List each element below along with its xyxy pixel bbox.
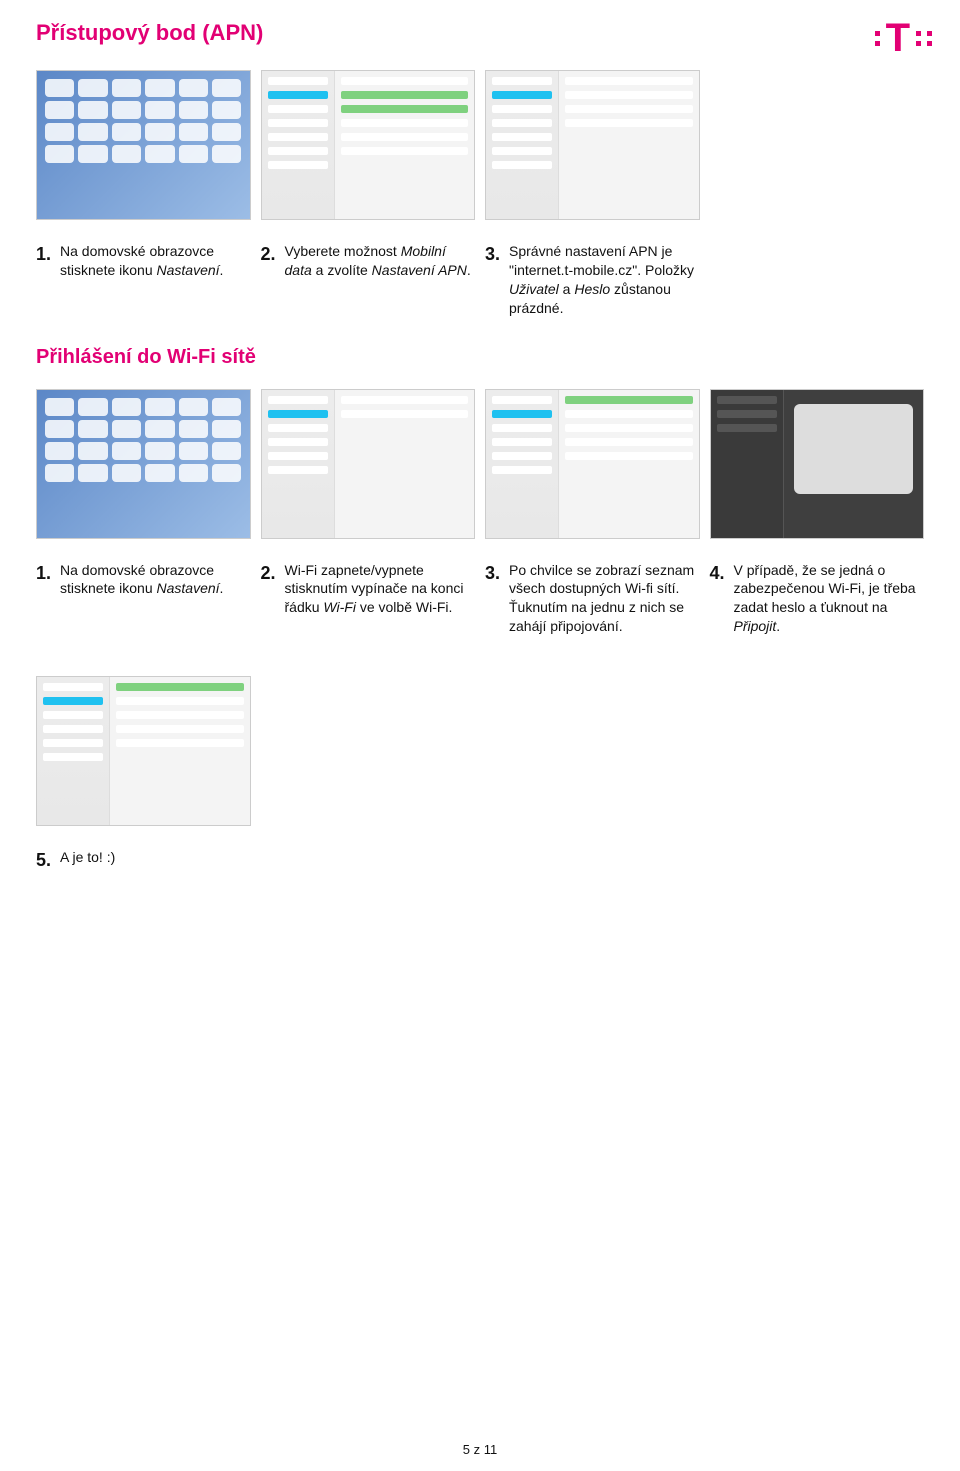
screenshot-wifi-toggle (261, 389, 476, 539)
section1-captions: 1. Na domovské obrazovce stisknete ikonu… (36, 234, 924, 318)
screenshot-wifi-connected (36, 676, 251, 826)
screenshot-apn-settings (485, 70, 700, 220)
screenshot-wifi-password (710, 389, 925, 539)
step-number: 1. (36, 242, 54, 318)
screenshot-home-2 (36, 389, 251, 539)
step-text: Správné nastavení APN je "internet.t-mob… (509, 242, 700, 318)
section3-screens (36, 676, 924, 826)
step-1-3: 3. Správné nastavení APN je "internet.t-… (485, 242, 700, 318)
section2-captions: 1. Na domovské obrazovce stisknete ikonu… (36, 553, 924, 637)
step-1-2: 2. Vyberete možnost Mobilní data a zvolí… (261, 242, 476, 318)
step-text: Po chvilce se zobrazí seznam všech dostu… (509, 561, 700, 637)
step-number: 3. (485, 561, 503, 637)
page-footer: 5 z 11 (0, 1442, 960, 1457)
screenshot-home-1 (36, 70, 251, 220)
heading-wifi: Přihlášení do Wi-Fi sítě (36, 346, 924, 369)
step-number: 2. (261, 242, 279, 318)
step-number: 1. (36, 561, 54, 637)
step-text: A je to! :) (60, 848, 251, 872)
step-2-4: 4. V případě, že se jedná o zabezpečenou… (710, 561, 925, 637)
section2-screens (36, 389, 924, 539)
step-2-3: 3. Po chvilce se zobrazí seznam všech do… (485, 561, 700, 637)
step-2-2: 2. Wi-Fi zapnete/vypnete stisknutím vypí… (261, 561, 476, 637)
section1-screens (36, 70, 924, 220)
step-text: Wi-Fi zapnete/vypnete stisknutím vypínač… (285, 561, 476, 637)
section3-captions: 5. A je to! :) (36, 840, 924, 872)
heading-apn: Přístupový bod (APN) (36, 20, 924, 46)
step-number: 2. (261, 561, 279, 637)
step-text: Vyberete možnost Mobilní data a zvolíte … (285, 242, 476, 318)
step-number: 5. (36, 848, 54, 872)
step-number: 3. (485, 242, 503, 318)
step-number: 4. (710, 561, 728, 637)
screenshot-wifi-list (485, 389, 700, 539)
step-text: V případě, že se jedná o zabezpečenou Wi… (734, 561, 925, 637)
step-text: Na domovské obrazovce stisknete ikonu Na… (60, 561, 251, 637)
step-1-1: 1. Na domovské obrazovce stisknete ikonu… (36, 242, 251, 318)
tmobile-logo: T (875, 18, 932, 58)
step-text: Na domovské obrazovce stisknete ikonu Na… (60, 242, 251, 318)
step-3-5: 5. A je to! :) (36, 848, 251, 872)
step-2-1: 1. Na domovské obrazovce stisknete ikonu… (36, 561, 251, 637)
screenshot-mobile-data (261, 70, 476, 220)
